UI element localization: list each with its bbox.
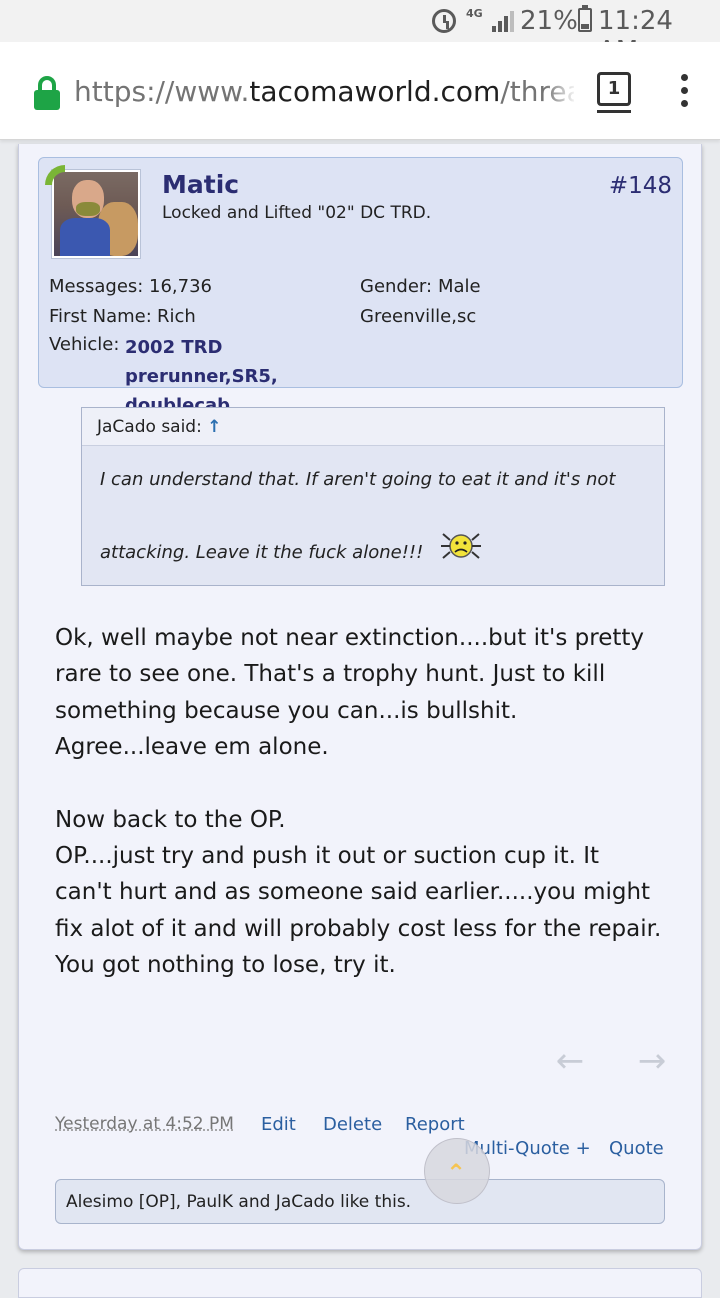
message-line: something because you can...is bullshit. xyxy=(55,698,518,724)
post-date-link[interactable]: Yesterday at 4:52 PM xyxy=(55,1113,234,1135)
url-domain: tacomaworld.com xyxy=(249,75,501,108)
overflow-menu-icon[interactable] xyxy=(678,74,690,110)
edit-link[interactable]: Edit xyxy=(261,1114,296,1136)
scroll-to-top-button[interactable]: ⌃ xyxy=(424,1138,490,1204)
network-4g-icon: 4G xyxy=(466,7,483,20)
next-post-card xyxy=(18,1268,702,1298)
smiley-icon xyxy=(441,533,481,559)
gender-label: Gender: xyxy=(360,276,433,297)
delete-link[interactable]: Delete xyxy=(323,1114,382,1136)
location: Greenville,sc xyxy=(360,306,477,327)
quote-link[interactable]: Quote xyxy=(609,1138,664,1160)
quote-author-text: JaCado said: xyxy=(97,417,202,437)
message-line: OP....just try and push it out or suctio… xyxy=(55,843,600,869)
likes-summary: Alesimo [OP], PaulK and JaCado like this… xyxy=(55,1179,665,1224)
message-line: fix alot of it and will probably cost le… xyxy=(55,916,662,942)
message-line: You got nothing to lose, try it. xyxy=(55,952,396,978)
user-title: Locked and Lifted "02" DC TRD. xyxy=(162,203,432,223)
quote-text-line: I can understand that. If aren't going t… xyxy=(100,469,616,490)
quote-header: JaCado said: ↑ xyxy=(82,408,664,446)
username-link[interactable]: Matic xyxy=(162,170,239,200)
quote-text-line: attacking. Leave it the fuck alone!!! xyxy=(100,542,424,563)
url-fade xyxy=(545,72,577,112)
quote-author: JaCado said: ↑ xyxy=(97,416,222,438)
message-line: Agree...leave em alone. xyxy=(55,734,329,760)
first-name-value: Rich xyxy=(157,306,196,327)
first-name-label: First Name: xyxy=(49,306,152,327)
alarm-icon xyxy=(432,9,456,33)
battery-percent: 21% xyxy=(520,6,578,36)
battery-icon xyxy=(578,5,592,32)
post-number-link[interactable]: #148 xyxy=(590,172,672,200)
message-line: Now back to the OP. xyxy=(55,807,286,833)
gender-value: Male xyxy=(438,276,481,297)
chevron-up-icon: ⌃ xyxy=(446,1159,467,1187)
next-post-arrow-icon[interactable]: → xyxy=(636,1043,668,1079)
url-field[interactable]: https://www.tacomaworld.com/threads/ xyxy=(74,75,574,109)
message-line: rare to see one. That's a trophy hunt. J… xyxy=(55,661,606,687)
tab-switcher-button[interactable]: 1 xyxy=(597,72,631,106)
vehicle-line-1: 2002 TRD prerunner,SR5, xyxy=(125,337,278,387)
url-prefix: https://www. xyxy=(74,75,250,108)
vehicle-label: Vehicle: xyxy=(49,334,120,355)
previous-post-arrow-icon[interactable]: ← xyxy=(554,1043,586,1079)
report-link[interactable]: Report xyxy=(405,1114,465,1136)
browser-toolbar: https://www.tacomaworld.com/threads/ 1 xyxy=(0,42,720,140)
status-bar: 4G 21% 11:24 AM xyxy=(0,0,720,66)
likes-text[interactable]: Alesimo [OP], PaulK and JaCado like this… xyxy=(66,1191,411,1213)
message-line: Ok, well maybe not near extinction....bu… xyxy=(55,625,645,651)
message-line: can't hurt and as someone said earlier..… xyxy=(55,879,651,905)
lock-icon[interactable] xyxy=(34,76,60,110)
signal-icon xyxy=(492,10,516,32)
messages-label: Messages: xyxy=(49,276,144,297)
quote-jump-icon[interactable]: ↑ xyxy=(207,417,221,437)
tab-switcher-underline xyxy=(597,110,631,113)
quote-block: JaCado said: ↑ I can understand that. If… xyxy=(81,407,665,586)
messages-value: 16,736 xyxy=(149,276,212,297)
